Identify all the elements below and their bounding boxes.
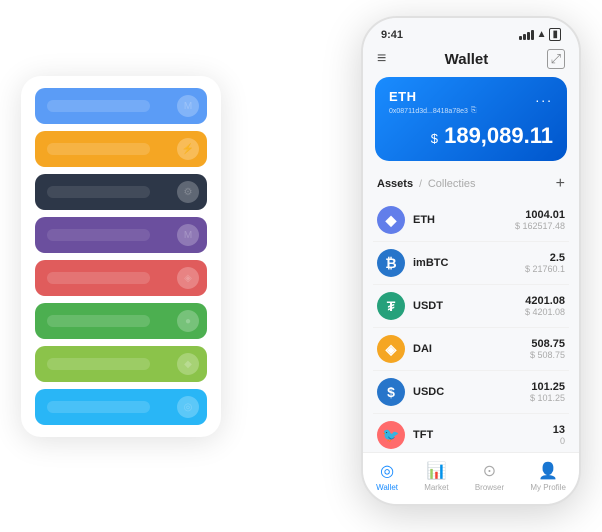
asset-name: ETH (413, 214, 515, 226)
status-icons: ▲ ▮ (519, 28, 561, 41)
wallet-icon: ◎ (380, 461, 394, 481)
asset-icon-eth: ◆ (377, 206, 405, 234)
asset-usd: 0 (553, 436, 565, 446)
eth-balance: $ 189,089.11 (389, 123, 553, 149)
page-title: Wallet (445, 51, 489, 68)
asset-list: ◆ ETH 1004.01 $ 162517.48 ₿ imBTC 2.5 $ … (363, 199, 579, 452)
asset-values: 101.25 $ 101.25 (530, 381, 565, 403)
status-bar: 9:41 ▲ ▮ (363, 18, 579, 45)
market-icon: 📊 (426, 461, 446, 481)
asset-item[interactable]: ₮ USDT 4201.08 $ 4201.08 (373, 285, 569, 328)
asset-item[interactable]: ◈ DAI 508.75 $ 508.75 (373, 328, 569, 371)
eth-ticker-label: ETH (389, 89, 417, 104)
asset-values: 4201.08 $ 4201.08 (525, 295, 565, 317)
scene: M ⚡ ⚙ M ◈ ● ◆ ◎ (21, 16, 581, 516)
bg-row-7: ◆ (35, 346, 207, 382)
asset-usd: $ 21760.1 (525, 264, 565, 274)
asset-name: USDC (413, 386, 530, 398)
bg-card-widget: M ⚡ ⚙ M ◈ ● ◆ ◎ (21, 76, 221, 437)
eth-card[interactable]: ETH ... 0x08711d3d...8418a78e3 ⎘ $ 189,0… (375, 77, 567, 161)
bg-row-5: ◈ (35, 260, 207, 296)
asset-name: DAI (413, 343, 530, 355)
asset-icon-usdt: ₮ (377, 292, 405, 320)
asset-usd: $ 508.75 (530, 350, 565, 360)
phone-mockup: 9:41 ▲ ▮ ≡ Wallet ⤢ ETH ... (361, 16, 581, 506)
browser-icon: ⊙ (483, 461, 496, 481)
asset-amount: 508.75 (530, 338, 565, 350)
asset-item[interactable]: ₿ imBTC 2.5 $ 21760.1 (373, 242, 569, 285)
asset-values: 508.75 $ 508.75 (530, 338, 565, 360)
tab-assets[interactable]: Assets (377, 178, 413, 190)
menu-icon[interactable]: ≡ (377, 50, 386, 68)
asset-usd: $ 101.25 (530, 393, 565, 403)
asset-amount: 101.25 (530, 381, 565, 393)
bg-row-8: ◎ (35, 389, 207, 425)
assets-header: Assets / Collecties + (363, 171, 579, 199)
eth-currency-symbol: $ (431, 131, 438, 146)
nav-item-wallet[interactable]: ◎ Wallet (376, 461, 398, 492)
asset-usd: $ 162517.48 (515, 221, 565, 231)
asset-usd: $ 4201.08 (525, 307, 565, 317)
asset-icon-usdc: $ (377, 378, 405, 406)
asset-name: TFT (413, 429, 553, 441)
signal-icon (519, 30, 534, 40)
nav-label-profile: My Profile (530, 483, 566, 492)
asset-amount: 13 (553, 424, 565, 436)
asset-values: 13 0 (553, 424, 565, 446)
wifi-icon: ▲ (537, 29, 547, 40)
assets-tabs: Assets / Collecties (377, 178, 476, 190)
asset-name: imBTC (413, 257, 525, 269)
asset-amount: 1004.01 (515, 209, 565, 221)
nav-item-profile[interactable]: 👤 My Profile (530, 461, 566, 492)
nav-item-market[interactable]: 📊 Market (424, 461, 448, 492)
bg-row-1: M (35, 88, 207, 124)
battery-icon: ▮ (549, 28, 561, 41)
expand-icon[interactable]: ⤢ (547, 49, 565, 69)
eth-address: 0x08711d3d...8418a78e3 ⎘ (389, 107, 553, 115)
asset-icon-tft: 🐦 (377, 421, 405, 449)
nav-label-browser: Browser (475, 483, 504, 492)
status-time: 9:41 (381, 29, 403, 41)
bottom-nav: ◎ Wallet 📊 Market ⊙ Browser 👤 My Profile (363, 452, 579, 504)
asset-item[interactable]: 🐦 TFT 13 0 (373, 414, 569, 452)
tab-collectibles[interactable]: Collecties (428, 178, 476, 190)
asset-values: 2.5 $ 21760.1 (525, 252, 565, 274)
asset-amount: 4201.08 (525, 295, 565, 307)
asset-values: 1004.01 $ 162517.48 (515, 209, 565, 231)
eth-more-button[interactable]: ... (535, 89, 553, 105)
asset-amount: 2.5 (525, 252, 565, 264)
asset-icon-dai: ◈ (377, 335, 405, 363)
asset-icon-imbtc: ₿ (377, 249, 405, 277)
add-asset-button[interactable]: + (556, 175, 565, 193)
asset-name: USDT (413, 300, 525, 312)
bg-row-6: ● (35, 303, 207, 339)
nav-label-market: Market (424, 483, 448, 492)
asset-item[interactable]: $ USDC 101.25 $ 101.25 (373, 371, 569, 414)
nav-label-wallet: Wallet (376, 483, 398, 492)
bg-row-3: ⚙ (35, 174, 207, 210)
profile-icon: 👤 (538, 461, 558, 481)
bg-row-4: M (35, 217, 207, 253)
bg-row-2: ⚡ (35, 131, 207, 167)
app-header: ≡ Wallet ⤢ (363, 45, 579, 77)
nav-item-browser[interactable]: ⊙ Browser (475, 461, 504, 492)
asset-item[interactable]: ◆ ETH 1004.01 $ 162517.48 (373, 199, 569, 242)
eth-card-header: ETH ... (389, 89, 553, 105)
copy-icon[interactable]: ⎘ (471, 107, 477, 115)
